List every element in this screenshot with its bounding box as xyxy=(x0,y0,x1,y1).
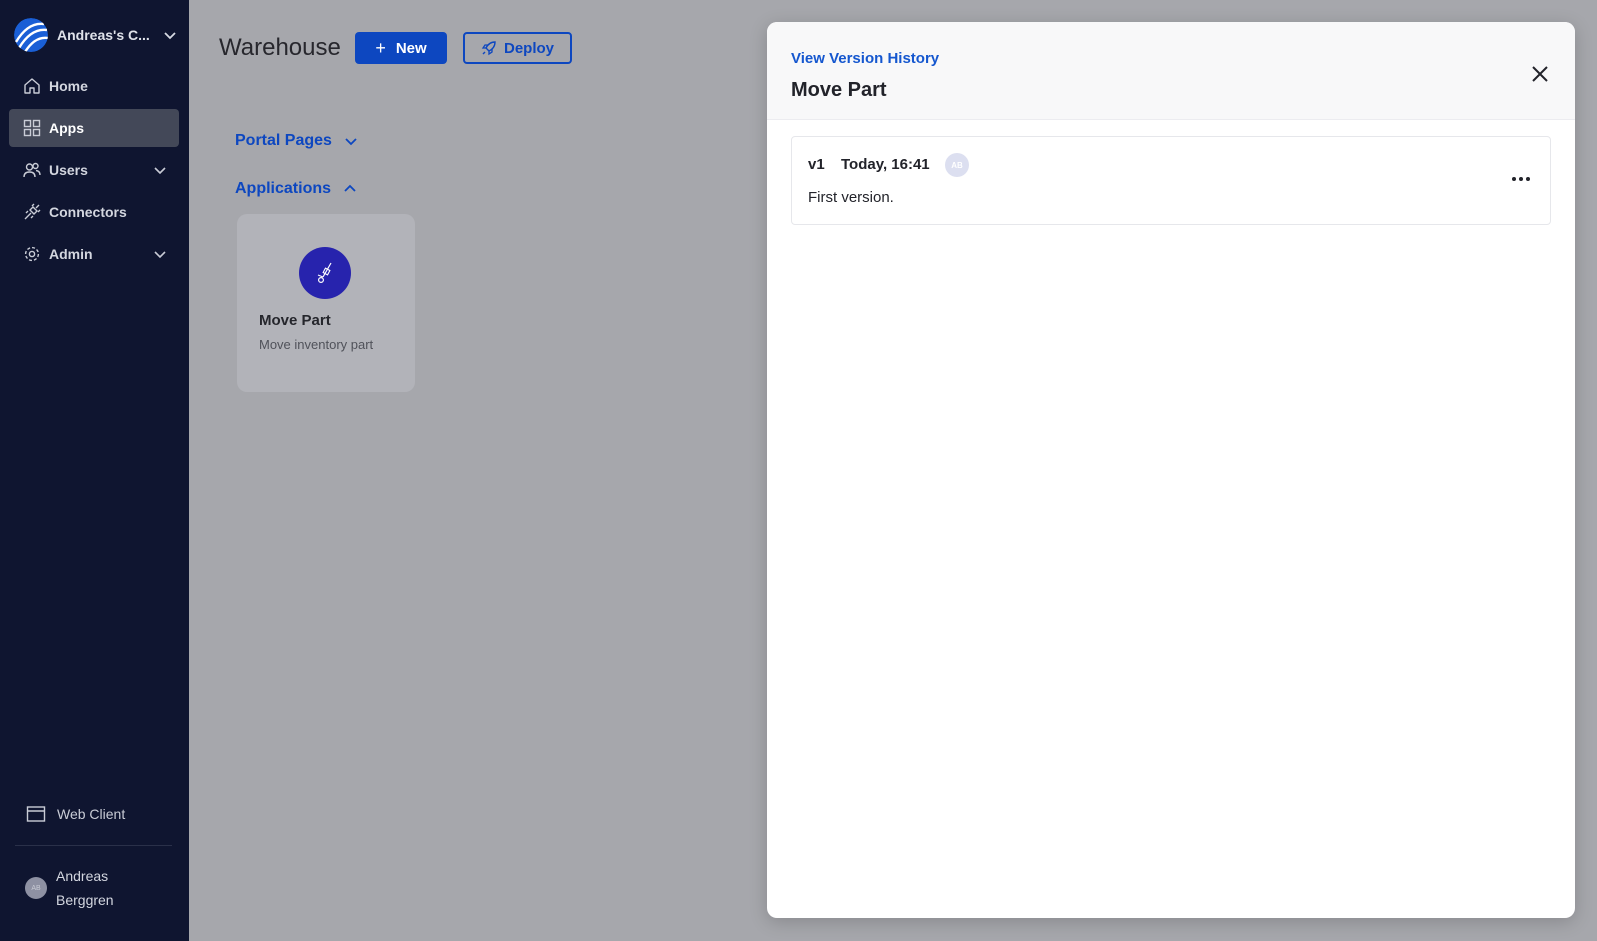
version-history-modal: View Version History Move Part v1 Today,… xyxy=(767,22,1575,918)
chevron-down-icon xyxy=(345,138,357,146)
sidebar-item-label: Home xyxy=(49,78,88,94)
sidebar: Andreas's C... Home Apps Users Connector… xyxy=(0,0,189,941)
version-timestamp: Today, 16:41 xyxy=(841,156,930,173)
version-row[interactable]: v1 Today, 16:41 AB First version. xyxy=(791,136,1551,225)
section-label: Portal Pages xyxy=(235,132,332,149)
sidebar-item-label: Users xyxy=(49,162,88,178)
avatar: AB xyxy=(945,153,969,177)
chevron-up-icon xyxy=(344,184,356,192)
plus-icon: + xyxy=(375,37,386,58)
modal-header: View Version History Move Part xyxy=(767,22,1575,120)
users-icon xyxy=(23,162,41,178)
rocket-icon xyxy=(481,41,496,56)
user-menu[interactable]: AB Andreas Berggren xyxy=(25,864,136,912)
org-logo-icon xyxy=(14,18,48,52)
new-button-label: New xyxy=(395,39,427,57)
section-portal-pages-toggle[interactable]: Portal Pages xyxy=(235,132,358,150)
sidebar-item-label: Apps xyxy=(49,120,84,136)
deploy-button[interactable]: Deploy xyxy=(463,32,572,64)
chevron-down-icon xyxy=(154,167,166,175)
sidebar-divider xyxy=(15,845,172,846)
sidebar-item-apps[interactable]: Apps xyxy=(9,109,179,147)
sidebar-nav: Home Apps Users Connectors Admin xyxy=(9,67,179,277)
section-applications-toggle[interactable]: Applications xyxy=(235,180,357,198)
sidebar-item-connectors[interactable]: Connectors xyxy=(9,193,179,231)
app-description: Move inventory part xyxy=(259,337,374,352)
sidebar-item-users[interactable]: Users xyxy=(9,151,179,189)
page-title: Warehouse xyxy=(219,34,341,61)
grid-icon xyxy=(23,119,41,137)
avatar: AB xyxy=(25,877,47,899)
org-switcher[interactable]: Andreas's C... xyxy=(14,18,178,52)
new-button[interactable]: + New xyxy=(355,32,447,64)
web-client-label: Web Client xyxy=(57,806,126,822)
org-name: Andreas's C... xyxy=(57,27,150,43)
user-name: Andreas Berggren xyxy=(56,868,114,908)
version-description: First version. xyxy=(808,189,894,206)
web-client-link[interactable]: Web Client xyxy=(26,805,125,823)
modal-title: Move Part xyxy=(791,79,887,101)
close-icon[interactable] xyxy=(1531,65,1549,83)
view-version-history-link[interactable]: View Version History xyxy=(791,50,939,67)
chevron-down-icon xyxy=(164,32,176,40)
section-label: Applications xyxy=(235,180,332,197)
app-card-move-part[interactable]: Move Part Move inventory part xyxy=(237,214,415,392)
browser-window-icon xyxy=(26,806,46,822)
more-options-icon[interactable] xyxy=(1509,167,1533,191)
sidebar-item-label: Admin xyxy=(49,246,93,262)
version-number: v1 xyxy=(808,156,825,173)
plug-icon xyxy=(24,203,41,220)
deploy-button-label: Deploy xyxy=(503,39,554,57)
sidebar-item-admin[interactable]: Admin xyxy=(9,235,179,273)
gear-icon xyxy=(24,246,40,262)
app-name: Move Part xyxy=(259,312,331,329)
chevron-down-icon xyxy=(154,251,166,259)
home-icon xyxy=(24,78,40,94)
hand-truck-icon xyxy=(299,247,351,299)
sidebar-item-home[interactable]: Home xyxy=(9,67,179,105)
sidebar-item-label: Connectors xyxy=(49,204,127,220)
